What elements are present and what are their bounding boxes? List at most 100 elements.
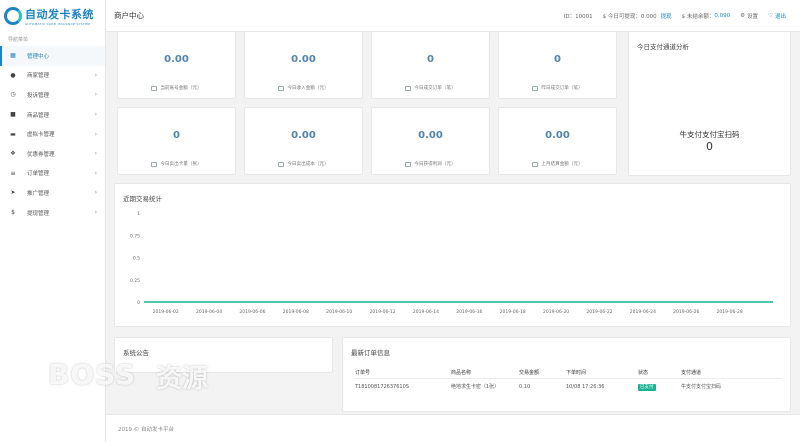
settings-icon[interactable]: ⚙ <box>740 13 745 19</box>
page-title: 商户中心 <box>114 11 144 20</box>
order-icon <box>405 85 412 91</box>
stat-label: 今日收入金额（元） <box>287 86 329 91</box>
sidebar-item-label: 商品管理 <box>27 112 50 119</box>
sidebar-item-7[interactable]: ➤ 推广管理 › <box>0 183 105 203</box>
withdrawable-today: $ 今日可提现：0.000 <box>602 14 657 20</box>
sidebar-item-0[interactable]: ▦ 管理中心 <box>0 46 105 66</box>
stat-label: 今日卖出成本（元） <box>287 162 329 167</box>
clock-icon: ◷ <box>10 91 16 99</box>
logout-icon[interactable]: ♡ <box>768 13 773 19</box>
channel-name: 牛支付支付宝扫码 <box>679 130 740 139</box>
system-notice-panel: 系统公告 <box>114 337 333 373</box>
coin-icon <box>278 85 285 91</box>
y-tick-label: 0.25 <box>130 278 140 284</box>
chevron-right-icon: › <box>94 130 97 138</box>
logo-icon <box>4 7 22 25</box>
order-product: 绝地求生卡密（1张） <box>451 384 500 390</box>
y-tick-label: 1 <box>137 211 140 217</box>
card-icon: ▬ <box>10 130 16 138</box>
stat-card: 0 昨日成交订单（笔） <box>498 31 617 99</box>
list-icon: ≡ <box>10 169 16 177</box>
x-tick-label: 2019-06-24 <box>630 309 656 315</box>
merchant-id: ID：10001 <box>563 14 593 20</box>
sidebar-item-5[interactable]: ❖ 优惠券管理 › <box>0 144 105 164</box>
x-tick-label: 2019-06-28 <box>717 309 743 315</box>
send-icon: ➤ <box>10 189 16 197</box>
wallet-icon <box>151 85 158 91</box>
unsettled-value: 0.090 <box>714 13 731 19</box>
x-tick-label: 2019-06-02 <box>153 309 179 315</box>
chevron-right-icon: › <box>94 150 97 158</box>
sidebar-item-8[interactable]: $ 提现管理 › <box>0 203 105 223</box>
sidebar-item-4[interactable]: ▬ 虚拟卡管理 › <box>0 124 105 144</box>
watermark-cn: 资源 <box>156 364 209 394</box>
stat-value: 0.00 <box>291 54 316 65</box>
stat-value: 0 <box>173 130 180 141</box>
top-header: 商户中心 ID：10001 $ 今日可提现：0.000 提现 $ 未结余额： 0… <box>106 0 800 32</box>
channel-analysis-panel: 今日支付通道分析 牛支付支付宝扫码 0 <box>628 31 791 176</box>
sidebar-item-label: 提现管理 <box>27 210 50 217</box>
x-tick-label: 2019-06-18 <box>500 309 526 315</box>
calendar-icon <box>532 85 539 91</box>
stat-card: 0.00 今日卖出成本（元） <box>244 107 363 175</box>
footer-text: 2019 © 自动发卡平台 <box>118 426 174 433</box>
sidebar-item-label: 虚拟卡管理 <box>27 132 55 139</box>
stat-value: 0.00 <box>418 130 443 141</box>
channel-analysis-title: 今日支付通道分析 <box>637 43 689 51</box>
nav-list: ▦ 管理中心 ● 商家管理 › ◷ 投诉管理 › ■ 商品管理 › ▬ 虚拟卡管理 › ❖ 优惠券管理 › ≡ 订单… <box>0 46 105 222</box>
orders-title: 最新订单信息 <box>351 349 390 357</box>
sidebar-item-2[interactable]: ◷ 投诉管理 › <box>0 85 105 105</box>
chevron-right-icon: › <box>94 91 97 99</box>
settings-link[interactable]: 设置 <box>747 12 758 20</box>
nav-heading: 导航菜单 <box>8 37 29 43</box>
logo[interactable]: 自动发卡系统 AUTOMATIC CARD ISSUANCE SYSTEM <box>0 0 105 32</box>
stat-card: 0 今日卖出卡量（张） <box>117 107 236 175</box>
sidebar-item-3[interactable]: ■ 商品管理 › <box>0 105 105 125</box>
withdraw-link[interactable]: 提现 <box>661 12 672 20</box>
trade-line-chart: 0 0.25 0.5 0.75 1 2019-06-02 2019-06-04 2019-06… <box>130 211 773 315</box>
stat-card: 0.00 今日获得利润（元） <box>371 107 490 175</box>
orders-column-header: 订单号 <box>355 369 371 376</box>
unsettled-label: $ 未结余额： <box>681 14 715 20</box>
stat-card: 0.00 今日收入金额（元） <box>244 31 363 99</box>
stat-label: 今日成交订单（笔） <box>414 86 456 91</box>
orders-column-header: 下单时间 <box>566 369 587 376</box>
chevron-right-icon: › <box>94 71 97 79</box>
stat-value: 0 <box>427 54 434 65</box>
orders-column-header: 状态 <box>638 369 649 376</box>
stat-label: 当前账号金额（元） <box>160 86 202 91</box>
database-icon <box>278 161 285 167</box>
latest-orders-panel: 最新订单信息 订单号 商品名称 交易金额 下单时间 状态 支付通道 T1810081726… <box>342 337 791 412</box>
x-tick-label: 2019-06-14 <box>413 309 439 315</box>
x-tick-label: 2019-06-04 <box>196 309 222 315</box>
sidebar-item-1[interactable]: ● 商家管理 › <box>0 66 105 86</box>
table-row[interactable]: T181008172637610S 绝地求生卡密（1张） 0.10 10/08 17:… <box>355 378 782 394</box>
chevron-right-icon: › <box>94 189 97 197</box>
dollar-icon: $ <box>11 209 15 217</box>
chevron-right-icon: › <box>94 169 97 177</box>
logout-link[interactable]: 退出 <box>775 12 786 20</box>
notice-title: 系统公告 <box>123 349 149 357</box>
x-tick-label: 2019-06-12 <box>370 309 396 315</box>
logo-subtitle: AUTOMATIC CARD ISSUANCE SYSTEM <box>25 22 91 26</box>
x-tick-label: 2019-06-26 <box>673 309 699 315</box>
stat-label: 昨日成交订单（笔） <box>541 86 583 91</box>
stat-value: 0.00 <box>291 130 316 141</box>
stat-value: 0.00 <box>545 130 570 141</box>
order-amount: 0.10 <box>519 383 531 390</box>
status-badge: 已支付 <box>638 383 656 391</box>
user-icon: ● <box>10 71 16 79</box>
sidebar-item-label: 投诉管理 <box>27 92 50 99</box>
x-tick-label: 2019-06-22 <box>586 309 612 315</box>
sidebar-item-label: 推广管理 <box>27 190 50 197</box>
stat-label: 今日获得利润（元） <box>414 162 456 167</box>
order-time: 10/08 17:26:36 <box>566 383 605 390</box>
sidebar-item-label: 订单管理 <box>27 171 50 178</box>
channel-value: 0 <box>706 140 713 153</box>
cube-icon: ■ <box>10 111 16 119</box>
sidebar-item-6[interactable]: ≡ 订单管理 › <box>0 164 105 184</box>
order-id: T181008172637610S <box>355 383 409 390</box>
y-tick-label: 0.5 <box>133 256 140 262</box>
trade-stats-panel: 近期交易统计 0 0.25 0.5 0.75 1 2019-06-02 2019-06-04… <box>114 183 791 327</box>
stat-card: 0.00 当前账号金额（元） <box>117 31 236 99</box>
